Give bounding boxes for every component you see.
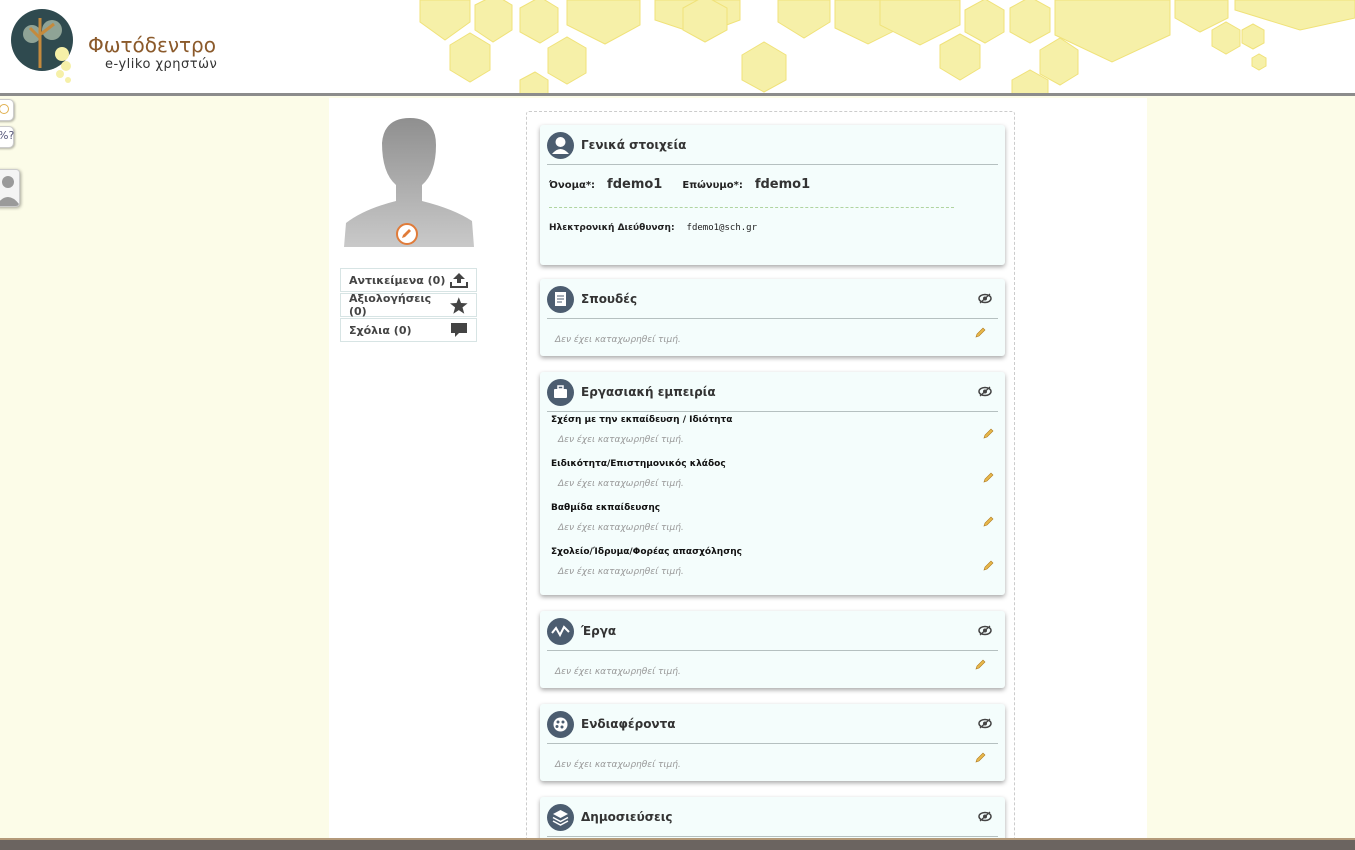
card-interests: Ενδιαφέροντα Δεν έχει καταχωρηθεί τιμή. <box>540 704 1005 781</box>
palette-icon <box>547 711 574 738</box>
stat-objects[interactable]: Αντικείμενα (0) <box>340 268 477 292</box>
interests-empty-text: Δεν έχει καταχωρηθεί τιμή. <box>555 760 681 770</box>
name-value: fdemo1 <box>607 177 663 192</box>
pencil-icon <box>402 229 411 238</box>
profile-page: Αντικείμενα (0) Αξιολογήσεις (0) Σχόλια … <box>329 98 1147 850</box>
card-general: Γενικά στοιχεία Όνομα*: fdemo1 Επώνυμο*:… <box>540 125 1005 265</box>
work-field-empty: Δεν έχει καταχωρηθεί τιμή. <box>558 479 684 489</box>
card-projects-header: Έργα <box>547 611 998 651</box>
work-field-label: Ειδικότητα/Επιστημονικός κλάδος <box>551 459 726 469</box>
bottom-scroll-bar <box>0 838 1355 850</box>
card-projects: Έργα Δεν έχει καταχωρηθεί τιμή. <box>540 611 1005 688</box>
projects-empty-text: Δεν έχει καταχωρηθεί τιμή. <box>555 667 681 677</box>
card-general-title: Γενικά στοιχεία <box>581 138 687 152</box>
email-value: fdemo1@sch.gr <box>686 223 757 233</box>
card-work-title: Εργασιακή εμπειρία <box>581 385 716 399</box>
help-icon: %? <box>0 129 15 142</box>
work-field-empty: Δεν έχει καταχωρηθεί τιμή. <box>558 567 684 577</box>
edit-studies-pencil-icon[interactable] <box>975 326 987 338</box>
card-projects-title: Έργα <box>581 624 617 638</box>
visibility-hidden-icon[interactable] <box>978 625 992 636</box>
user-silhouette-icon <box>0 170 19 206</box>
site-header: Φωτόδεντρο e-yliko χρηστών <box>0 0 1355 96</box>
stat-objects-label: Αντικείμενα (0) <box>349 273 446 287</box>
briefcase-icon <box>547 379 574 406</box>
comment-icon <box>451 323 467 337</box>
visibility-hidden-icon[interactable] <box>978 718 992 729</box>
stat-ratings-label: Αξιολογήσεις (0) <box>349 292 432 318</box>
logo-subtitle: e-yliko χρηστών <box>105 57 218 72</box>
card-general-header: Γενικά στοιχεία <box>547 125 998 165</box>
studies-empty-text: Δεν έχει καταχωρηθεί τιμή. <box>555 335 681 345</box>
stat-ratings[interactable]: Αξιολογήσεις (0) <box>340 292 477 318</box>
edit-field-pencil-icon[interactable] <box>983 515 995 527</box>
side-tab-smiley[interactable] <box>0 99 14 121</box>
layers-icon <box>547 804 574 831</box>
profile-sections: Γενικά στοιχεία Όνομα*: fdemo1 Επώνυμο*:… <box>526 111 1015 850</box>
edit-field-pencil-icon[interactable] <box>983 427 995 439</box>
card-studies-title: Σπουδές <box>581 292 638 306</box>
stat-comments-label: Σχόλια (0) <box>349 323 412 337</box>
work-field-label: Σχέση με την εκπαίδευση / Ιδιότητα <box>551 415 733 425</box>
card-studies-header: Σπουδές <box>547 279 998 319</box>
visibility-hidden-icon[interactable] <box>978 293 992 304</box>
card-publications-title: Δημοσιεύσεις <box>581 810 673 824</box>
card-publications-header: Δημοσιεύσεις <box>547 797 998 837</box>
email-row: Ηλεκτρονική Διεύθυνση: fdemo1@sch.gr <box>549 223 757 233</box>
card-studies: Σπουδές Δεν έχει καταχωρηθεί τιμή. <box>540 279 1005 356</box>
visibility-hidden-icon[interactable] <box>978 811 992 822</box>
work-field-empty: Δεν έχει καταχωρηθεί τιμή. <box>558 523 684 533</box>
stat-comments[interactable]: Σχόλια (0) <box>340 318 477 342</box>
card-work: Εργασιακή εμπειρία Σχέση με την εκπαίδευ… <box>540 372 1005 595</box>
visibility-hidden-icon[interactable] <box>978 386 992 397</box>
name-row: Όνομα*: fdemo1 Επώνυμο*: fdemo1 <box>549 177 810 192</box>
activity-icon <box>547 618 574 645</box>
edit-field-pencil-icon[interactable] <box>983 471 995 483</box>
work-field-label: Βαθμίδα εκπαίδευσης <box>551 503 661 513</box>
profile-stats: Αντικείμενα (0) Αξιολογήσεις (0) Σχόλια … <box>340 268 477 343</box>
edit-field-pencil-icon[interactable] <box>983 559 995 571</box>
dashed-divider <box>549 207 954 208</box>
surname-label: Επώνυμο*: <box>682 180 743 191</box>
surname-value: fdemo1 <box>754 177 811 192</box>
email-label: Ηλεκτρονική Διεύθυνση: <box>549 223 675 233</box>
upload-icon <box>450 273 468 288</box>
side-tab-help[interactable]: %? <box>0 126 14 148</box>
work-field-label: Σχολείο/Ίδρυμα/Φορέας απασχόλησης <box>551 547 742 557</box>
user-icon <box>547 132 574 159</box>
card-interests-title: Ενδιαφέροντα <box>581 717 676 731</box>
edit-interests-pencil-icon[interactable] <box>975 751 987 763</box>
edit-projects-pencil-icon[interactable] <box>975 658 987 670</box>
edit-photo-button[interactable] <box>396 223 418 245</box>
smiley-icon <box>0 104 9 114</box>
logo-title[interactable]: Φωτόδεντρο <box>88 33 216 57</box>
card-work-header: Εργασιακή εμπειρία <box>547 372 998 412</box>
card-interests-header: Ενδιαφέροντα <box>547 704 998 744</box>
site-logo-icon[interactable] <box>8 8 80 88</box>
star-icon <box>450 296 468 314</box>
name-label: Όνομα*: <box>549 180 596 191</box>
side-user-avatar[interactable] <box>0 169 20 207</box>
document-icon <box>547 286 574 313</box>
work-field-empty: Δεν έχει καταχωρηθεί τιμή. <box>558 435 684 445</box>
